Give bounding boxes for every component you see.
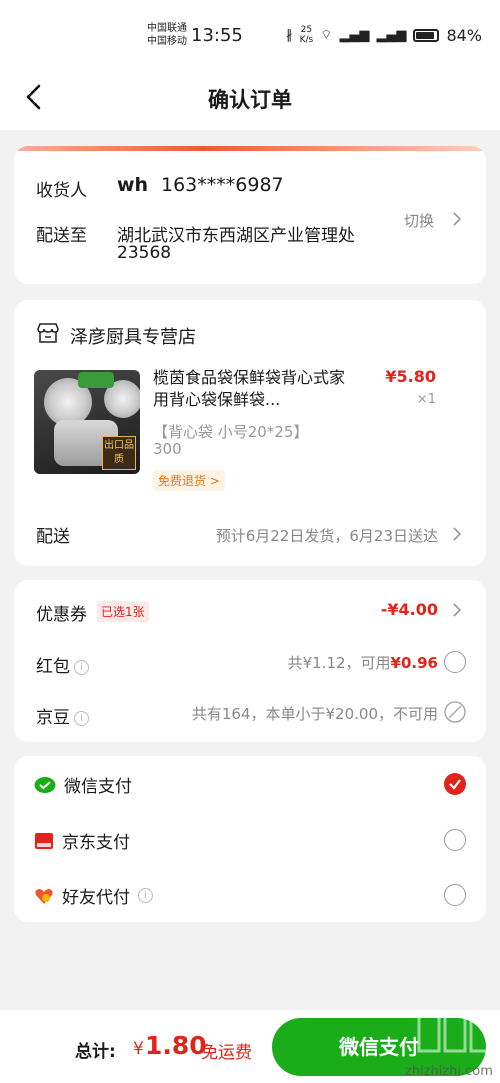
red-packet-info: 共¥1.12，可用¥0.96: [287, 654, 438, 672]
payment-option-friend[interactable]: 好友代付 i: [34, 883, 153, 908]
red-packet-label: 红包: [36, 657, 70, 677]
delivery-label: 配送: [36, 527, 70, 547]
payment-label: 微信支付: [64, 777, 132, 797]
jd-pay-radio[interactable]: [444, 829, 466, 851]
payment-option-wechat[interactable]: 微信支付: [34, 772, 132, 797]
coupon-label: 优惠券: [36, 605, 87, 625]
product-quantity: ×1: [416, 392, 436, 407]
battery-icon: [413, 28, 440, 42]
product-spec: 【背心袋 小号20*25】: [153, 423, 309, 441]
coupon-value[interactable]: -¥4.00: [381, 600, 438, 619]
wechat-pay-icon: [34, 776, 56, 793]
jd-pay-icon: [35, 832, 53, 849]
checked-radio-icon[interactable]: [444, 773, 466, 795]
receiver-phone: 163****6987: [161, 174, 284, 196]
beans-row: 京豆 i: [36, 703, 89, 728]
carrier-label: 中国联通 中国移动: [147, 22, 187, 48]
deliver-to-label: 配送至: [36, 226, 87, 246]
product-price: ¥5.80: [385, 367, 436, 386]
bag-label-shape: [78, 372, 114, 388]
bluetooth-icon: ∦: [286, 27, 293, 43]
friend-pay-heart-icon: [35, 888, 53, 904]
currency-symbol: ¥: [133, 1039, 144, 1059]
store-icon: [37, 323, 59, 343]
free-shipping-label: 免运费: [201, 1043, 252, 1063]
info-icon[interactable]: i: [74, 710, 89, 726]
coupon-selected-badge: 已选1张: [97, 601, 149, 622]
total-label: 总计:: [75, 1042, 116, 1062]
page-title: 确认订单: [208, 88, 292, 112]
watermark-text: zhizhizhi.com: [405, 1064, 493, 1079]
carrier-2: 中国移动: [147, 36, 187, 47]
clock: 13:55: [191, 25, 243, 46]
discount-card: 优惠券 已选1张 -¥4.00 红包 i 共¥1.12，可用¥0.96 京豆 i 共…: [14, 580, 486, 742]
address-line-2: 23568: [117, 243, 172, 263]
payment-label: 好友代付: [62, 888, 130, 908]
beans-label: 京豆: [36, 708, 70, 728]
battery-level: 84%: [446, 25, 482, 45]
payment-option-jd[interactable]: 京东支付: [34, 828, 130, 853]
receiver-label: 收货人: [36, 181, 87, 201]
navbar: 确认订单: [0, 70, 500, 130]
switch-address-button[interactable]: 切换: [404, 210, 434, 231]
payment-card: 微信支付 京东支付 好友代付 i: [14, 756, 486, 922]
payment-label: 京东支付: [62, 833, 130, 853]
product-image[interactable]: 出口品质: [34, 370, 140, 474]
wifi-icon: ⌔: [320, 28, 333, 43]
product-spec-count: 300: [153, 440, 182, 458]
chevron-right-icon: [453, 212, 462, 226]
signal-icon: ▂▄▆: [339, 27, 370, 43]
status-bar: 中国联通 中国移动 13:55 ∦ 25 K/s ⌔ ▂▄▆ ▂▄▆ 84%: [0, 0, 500, 70]
beans-info: 共有164，本单小于¥20.00，不可用: [191, 705, 438, 723]
total-value: 1.80: [145, 1031, 207, 1060]
net-speed: 25 K/s: [299, 25, 314, 45]
delivery-info[interactable]: 预计6月22日发货，6月23日送达: [216, 525, 438, 546]
info-icon[interactable]: i: [138, 888, 153, 903]
status-icons: ∦ 25 K/s ⌔ ▂▄▆ ▂▄▆ 84%: [286, 25, 482, 45]
shop-name[interactable]: 泽彦厨具专营店: [70, 323, 196, 349]
red-packet-available: ¥0.96: [390, 654, 438, 672]
red-packet-row: 红包 i: [36, 652, 89, 677]
info-icon[interactable]: i: [74, 659, 89, 675]
chevron-right-icon: [453, 603, 462, 617]
friend-pay-radio[interactable]: [444, 884, 466, 906]
export-quality-badge: 出口品质: [102, 436, 136, 470]
free-return-tag[interactable]: 免费退货 >: [153, 470, 225, 491]
carrier-1: 中国联通: [147, 23, 187, 34]
signal-icon-2: ▂▄▆: [376, 27, 407, 43]
product-title[interactable]: 榄茵食品袋保鲜袋背心式家用背心袋保鲜袋...: [153, 367, 353, 411]
chevron-right-icon: [453, 527, 462, 541]
shop-card: 泽彦厨具专营店 出口品质 榄茵食品袋保鲜袋背心式家用背心袋保鲜袋... ¥5.8…: [14, 300, 486, 566]
disabled-radio-icon: [444, 701, 466, 723]
receiver-name: wh: [117, 174, 149, 196]
red-packet-radio[interactable]: [444, 651, 466, 673]
address-card[interactable]: 收货人 wh 163****6987 配送至 湖北武汉市东西湖区产业管理处 23…: [14, 146, 486, 284]
